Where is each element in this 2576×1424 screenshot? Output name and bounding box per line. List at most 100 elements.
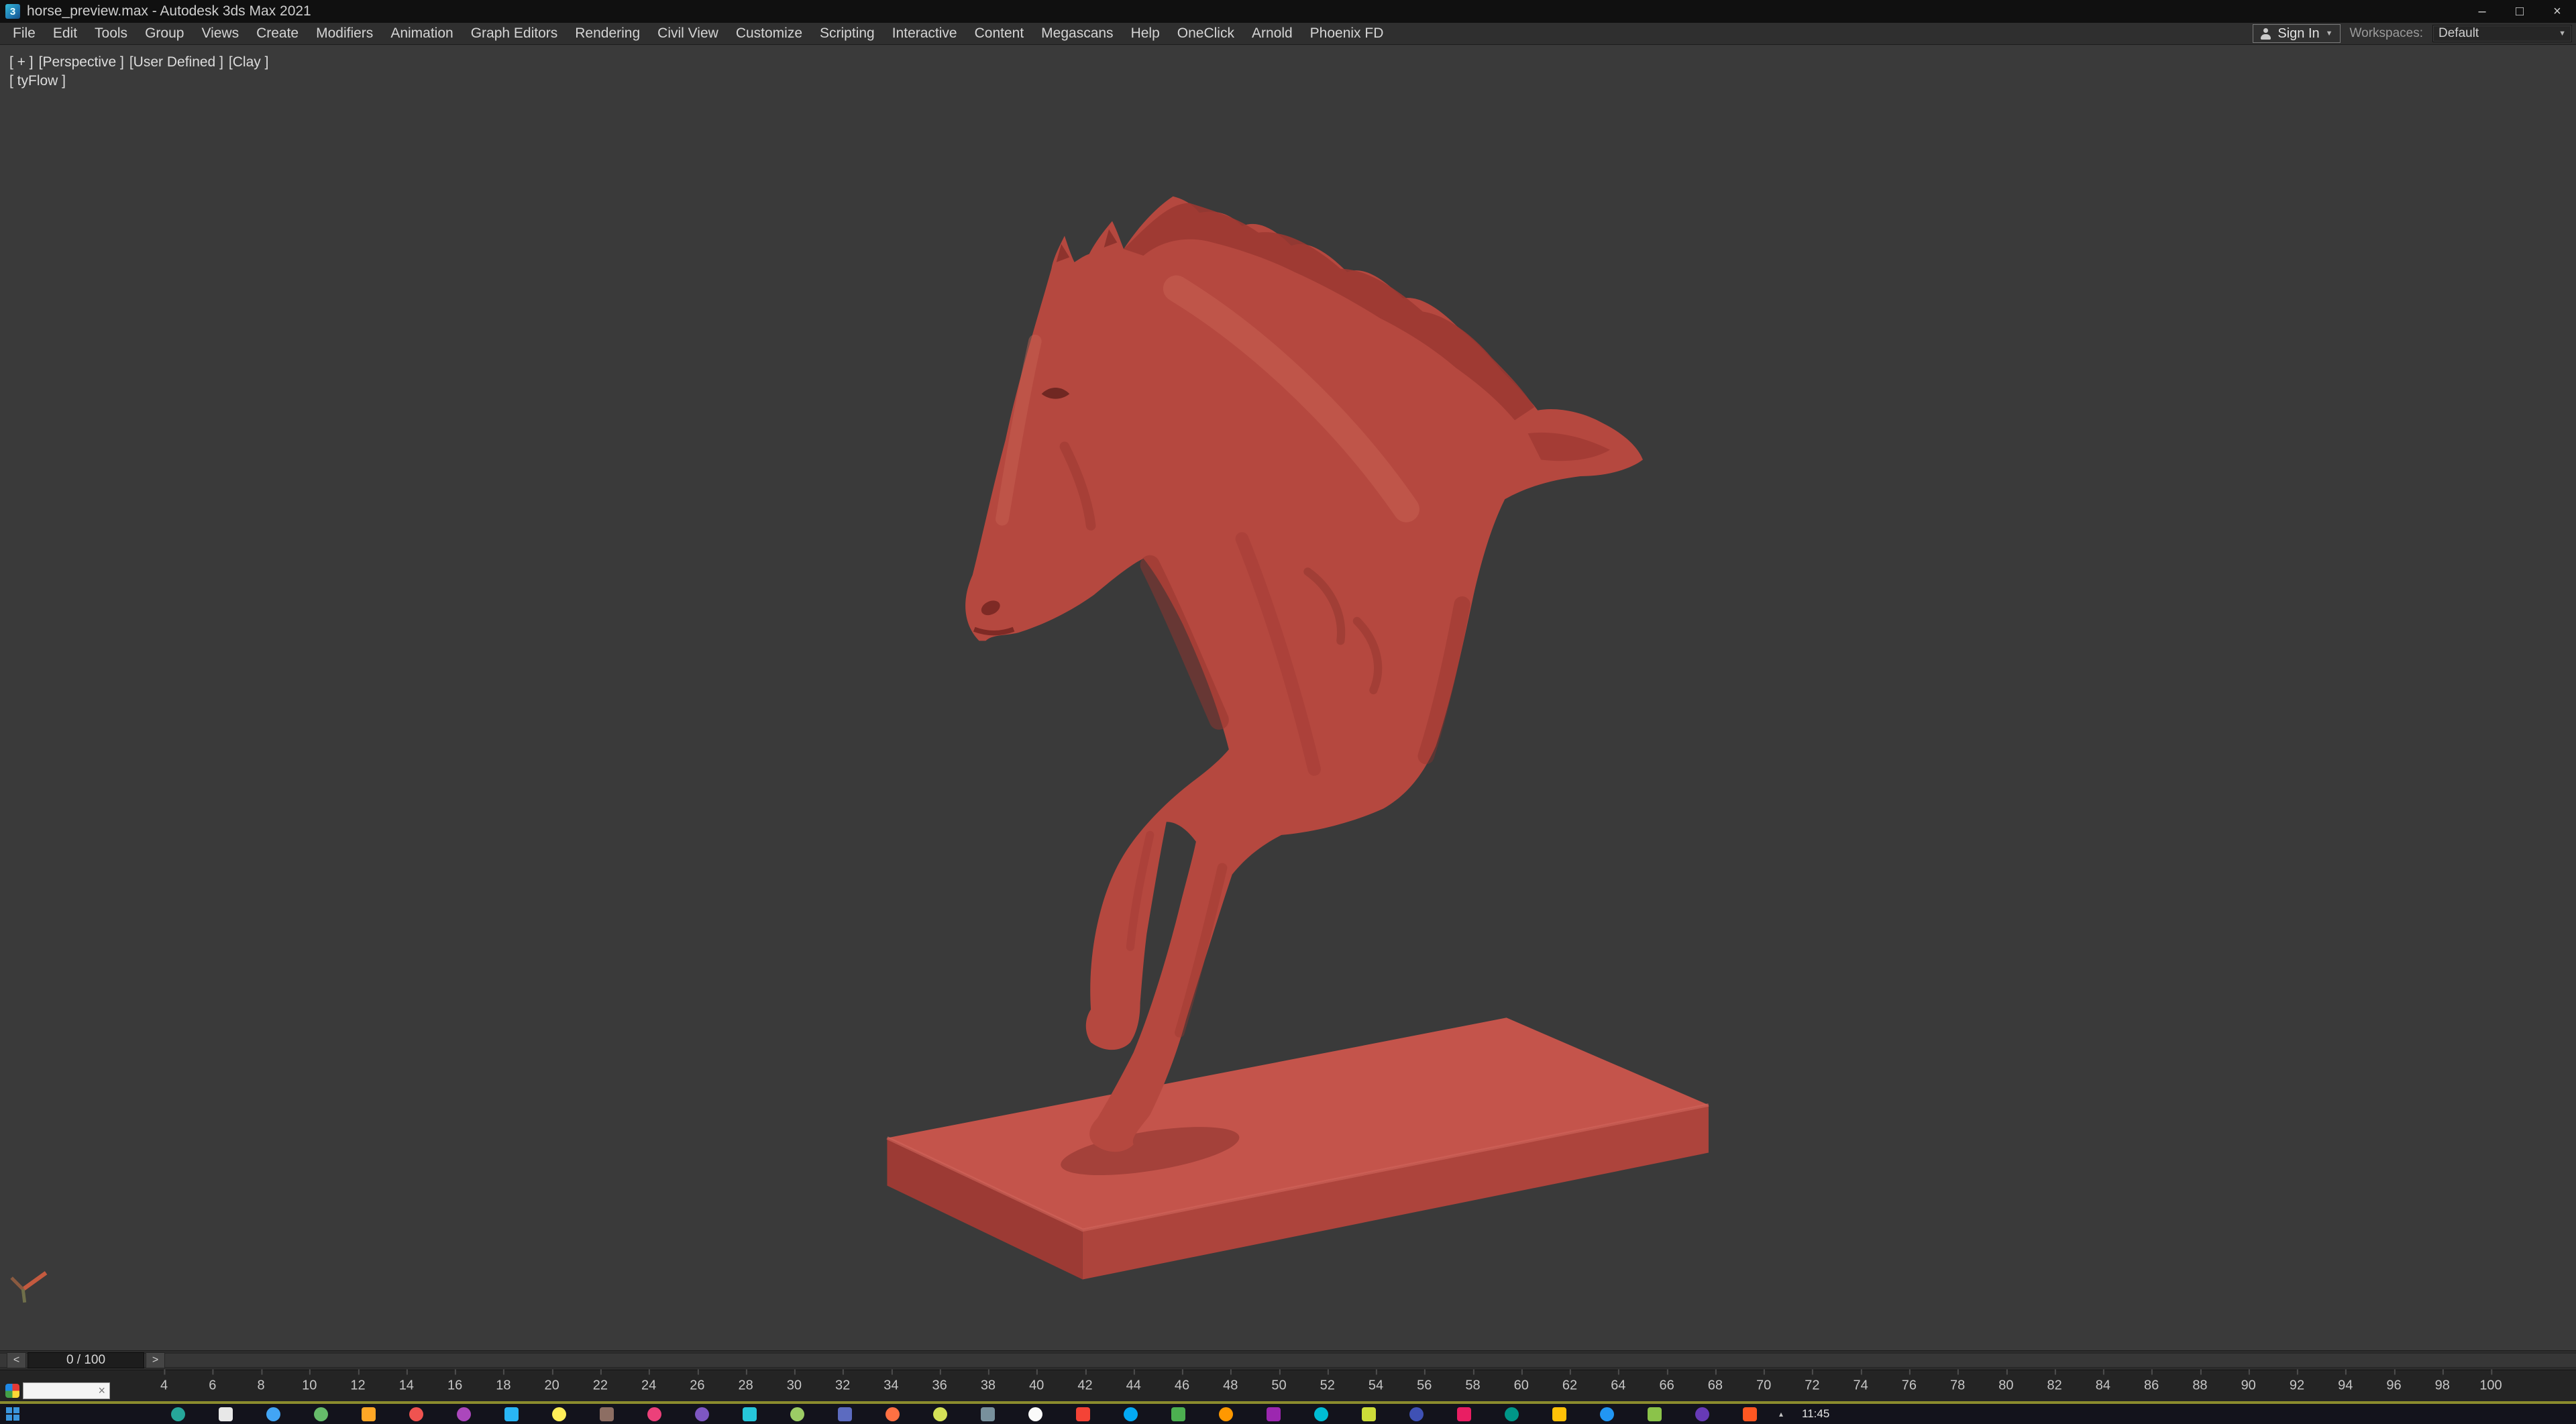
taskbar-app-icon-29[interactable] <box>1505 1407 1519 1421</box>
frame-tick: 20 <box>544 1378 559 1393</box>
taskbar-app-icon-25[interactable] <box>1314 1407 1328 1421</box>
taskbar-app-icon-15[interactable] <box>838 1407 852 1421</box>
taskbar-app-icon-27[interactable] <box>1409 1407 1424 1421</box>
frame-tick: 12 <box>350 1378 365 1393</box>
close-button[interactable]: × <box>2538 0 2576 23</box>
menu-item-graph-editors[interactable]: Graph Editors <box>462 23 567 44</box>
frame-tick: 90 <box>2241 1378 2256 1393</box>
taskbar-app-icon-23[interactable] <box>1219 1407 1233 1421</box>
start-button-icon[interactable] <box>6 1407 20 1421</box>
taskbar-app-icon-5[interactable] <box>362 1407 376 1421</box>
frame-tick: 10 <box>302 1378 317 1393</box>
menu-item-tools[interactable]: Tools <box>86 23 136 44</box>
menu-item-interactive[interactable]: Interactive <box>883 23 966 44</box>
frame-tick: 40 <box>1029 1378 1044 1393</box>
taskbar-app-icon-16[interactable] <box>885 1407 900 1421</box>
frame-tick: 6 <box>209 1378 216 1393</box>
menu-item-edit[interactable]: Edit <box>44 23 86 44</box>
menu-item-group[interactable]: Group <box>136 23 193 44</box>
taskbar-app-icon-19[interactable] <box>1028 1407 1042 1421</box>
chevron-down-icon: ▼ <box>2326 30 2333 38</box>
menu-item-modifiers[interactable]: Modifiers <box>307 23 382 44</box>
time-slider-track[interactable] <box>0 1353 2576 1368</box>
track-bar-ruler[interactable]: 4681012141618202224262830323436384042444… <box>0 1370 2576 1404</box>
frame-tick: 60 <box>1514 1378 1529 1393</box>
taskbar-app-icon-6[interactable] <box>409 1407 423 1421</box>
taskbar-app-icon-24[interactable] <box>1267 1407 1281 1421</box>
taskbar-app-icon-18[interactable] <box>981 1407 995 1421</box>
taskbar-app-icon-22[interactable] <box>1171 1407 1185 1421</box>
frame-tick: 78 <box>1950 1378 1965 1393</box>
menu-item-phoenix-fd[interactable]: Phoenix FD <box>1301 23 1393 44</box>
frame-tick: 68 <box>1708 1378 1723 1393</box>
menu-item-content[interactable]: Content <box>966 23 1033 44</box>
time-slider-handle[interactable]: 0 / 100 <box>28 1352 144 1368</box>
taskbar-app-icon-33[interactable] <box>1695 1407 1709 1421</box>
taskbar-app-icon-3[interactable] <box>266 1407 280 1421</box>
taskbar-app-icon-7[interactable] <box>457 1407 471 1421</box>
time-slider[interactable]: < 0 / 100 > <box>0 1350 2576 1370</box>
frame-tick: 72 <box>1805 1378 1819 1393</box>
taskbar-app-icon-17[interactable] <box>933 1407 947 1421</box>
workspaces-label: Workspaces: <box>2350 26 2423 41</box>
viewport-label-segment-2[interactable]: [User Defined ] <box>129 53 223 72</box>
menu-item-animation[interactable]: Animation <box>382 23 462 44</box>
frame-tick: 48 <box>1223 1378 1238 1393</box>
taskbar-app-icon-8[interactable] <box>504 1407 519 1421</box>
viewport-label-segment-0[interactable]: [ + ] <box>9 53 34 72</box>
taskbar-app-icon-9[interactable] <box>552 1407 566 1421</box>
taskbar-app-icon-4[interactable] <box>314 1407 328 1421</box>
sign-in-button[interactable]: Sign In ▼ <box>2253 24 2340 43</box>
menu-item-scripting[interactable]: Scripting <box>811 23 883 44</box>
menu-item-help[interactable]: Help <box>1122 23 1169 44</box>
taskbar-app-icon-12[interactable] <box>695 1407 709 1421</box>
menu-item-arnold[interactable]: Arnold <box>1243 23 1301 44</box>
menu-item-rendering[interactable]: Rendering <box>566 23 649 44</box>
workspace-select[interactable]: Default ▼ <box>2432 25 2572 42</box>
frame-tick: 100 <box>2479 1378 2502 1393</box>
viewport[interactable]: [ + ] [Perspective ] [User Defined ] [Clay … <box>0 45 2576 1350</box>
menu-item-civil-view[interactable]: Civil View <box>649 23 727 44</box>
mini-panel-field[interactable]: × <box>23 1382 110 1399</box>
minimize-button[interactable]: – <box>2463 0 2501 23</box>
taskbar-app-icon-10[interactable] <box>600 1407 614 1421</box>
sign-in-label: Sign In <box>2277 26 2319 42</box>
close-icon[interactable]: × <box>94 1384 109 1398</box>
viewport-label-segment-3[interactable]: [Clay ] <box>229 53 269 72</box>
taskbar-app-icon-28[interactable] <box>1457 1407 1471 1421</box>
menu-item-views[interactable]: Views <box>193 23 248 44</box>
viewport-sublabel-tyflow[interactable]: [ tyFlow ] <box>9 72 66 91</box>
taskbar-app-icon-2[interactable] <box>219 1407 233 1421</box>
taskbar-app-icon-26[interactable] <box>1362 1407 1376 1421</box>
menu-item-create[interactable]: Create <box>248 23 307 44</box>
taskbar-app-icon-11[interactable] <box>647 1407 661 1421</box>
taskbar-app-icon-30[interactable] <box>1552 1407 1566 1421</box>
frame-tick: 88 <box>2192 1378 2207 1393</box>
frame-tick: 38 <box>981 1378 996 1393</box>
taskbar-app-icon-1[interactable] <box>171 1407 185 1421</box>
viewport-label-segment-1[interactable]: [Perspective ] <box>39 53 124 72</box>
taskbar-app-icon-21[interactable] <box>1124 1407 1138 1421</box>
next-frame-button[interactable]: > <box>146 1352 165 1368</box>
frame-tick: 70 <box>1756 1378 1771 1393</box>
taskbar-app-icon-14[interactable] <box>790 1407 804 1421</box>
maximize-button[interactable]: □ <box>2501 0 2538 23</box>
taskbar-app-icon-13[interactable] <box>743 1407 757 1421</box>
taskbar-clock[interactable]: 11:45 <box>1802 1404 1829 1424</box>
taskbar-app-icon-32[interactable] <box>1648 1407 1662 1421</box>
taskbar-app-icon-34[interactable] <box>1743 1407 1757 1421</box>
menu-item-customize[interactable]: Customize <box>727 23 811 44</box>
menu-item-megascans[interactable]: Megascans <box>1032 23 1122 44</box>
3dsmax-logo-icon: 3 <box>5 4 20 19</box>
horse-body <box>965 197 1643 1152</box>
tray-chevron-icon[interactable]: ▴ <box>1779 1404 1783 1424</box>
menu-item-oneclick[interactable]: OneClick <box>1169 23 1243 44</box>
menu-item-file[interactable]: File <box>4 23 44 44</box>
taskbar-app-icon-20[interactable] <box>1076 1407 1090 1421</box>
axis-gizmo-icon <box>11 1273 46 1303</box>
taskbar-app-icon-31[interactable] <box>1600 1407 1614 1421</box>
frame-tick: 52 <box>1320 1378 1335 1393</box>
viewport-canvas[interactable] <box>0 45 2576 1350</box>
taskbar-apps <box>171 1404 1757 1424</box>
previous-frame-button[interactable]: < <box>7 1352 26 1368</box>
